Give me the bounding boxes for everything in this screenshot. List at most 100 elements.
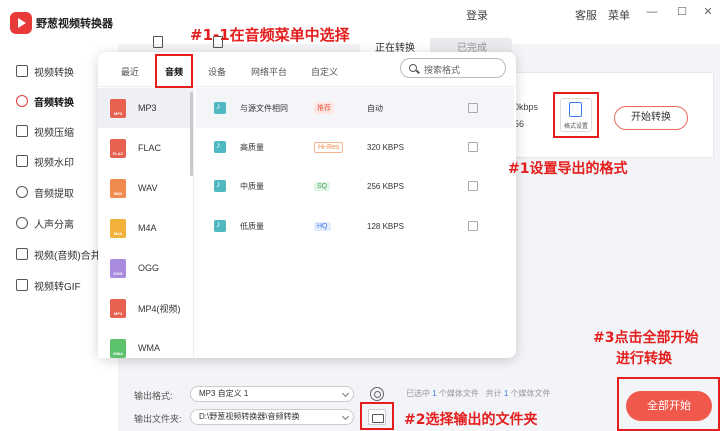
selected-prefix: 已选中 (406, 389, 430, 398)
file-m4a-icon: M4A (110, 218, 126, 238)
sidebar-item-video-gif[interactable]: 视频转GIF (0, 272, 112, 298)
format-item-wav[interactable]: WAV WAV (98, 168, 194, 208)
sidebar-item-label: 人声分离 (34, 219, 74, 231)
gif-icon (16, 279, 28, 291)
compress-icon (16, 125, 28, 137)
output-folder-value: D:\野葱视频转换器\音频转换 (199, 412, 300, 421)
quality-rate: 320 KBPS (367, 142, 404, 152)
edit-icon[interactable] (468, 221, 478, 231)
sidebar-item-label: 视频转换 (34, 67, 74, 79)
sidebar-item-audio-extract[interactable]: 音频提取 (0, 179, 112, 205)
start-convert-button[interactable]: 开始转换 (614, 106, 688, 130)
merge-icon (16, 248, 28, 260)
total-suffix: 个媒体文件 (510, 389, 551, 398)
format-list-scrollbar[interactable] (190, 92, 193, 176)
menu-link[interactable]: 菜单 (608, 7, 630, 23)
annotation-box-folder (360, 402, 394, 430)
file-mp4-icon: MP4 (110, 298, 126, 318)
annotation-box-format-settings (553, 92, 599, 138)
edit-icon[interactable] (468, 181, 478, 191)
format-label: M4A (138, 223, 157, 233)
quality-rate: 自动 (367, 103, 383, 113)
format-label: MP3 (138, 103, 157, 113)
quality-name: 低质量 (240, 221, 264, 231)
sidebar-item-video-convert[interactable]: 视频转换 (0, 58, 112, 84)
output-format-label: 输出格式: (134, 391, 173, 401)
tab-custom[interactable]: 自定义 (311, 65, 338, 78)
sidebar-item-video-compress[interactable]: 视频压缩 (0, 118, 112, 144)
minimize-icon[interactable]: — (644, 4, 660, 20)
gear-icon[interactable] (370, 387, 384, 401)
sidebar-item-vocal-separation[interactable]: 人声分离 (0, 210, 112, 236)
chevron-down-icon (341, 412, 350, 421)
service-link[interactable]: 客服 (575, 7, 597, 23)
annotation-start-all-line1: #3点击全部开始 (593, 330, 699, 346)
output-folder-label: 输出文件夹: (134, 414, 182, 424)
format-item-mp4[interactable]: MP4 MP4(视频) (98, 288, 194, 328)
close-icon[interactable]: ✕ (700, 4, 716, 20)
output-format-select[interactable]: MP3 自定义 1 (190, 386, 354, 402)
format-item-flac[interactable]: FLAC FLAC (98, 128, 194, 168)
sidebar-item-label: 视频压缩 (34, 127, 74, 139)
total-count: 1 (503, 389, 509, 398)
sidebar: 视频转换 音频转换 视频压缩 视频水印 音频提取 人声分离 视频(音频)合并 视… (0, 52, 112, 431)
format-item-mp3[interactable]: MP3 MP3 (98, 88, 194, 128)
file-ogg-icon: OGG (110, 258, 126, 278)
annotation-output-folder: #2选择输出的文件夹 (404, 412, 538, 428)
watermark-icon (16, 155, 28, 167)
file-bitrate: 0kbps (514, 102, 539, 112)
format-label: MP4(视频) (138, 303, 181, 314)
file-flac-icon: FLAC (110, 138, 126, 158)
app-logo-icon (10, 12, 32, 34)
sidebar-item-merge[interactable]: 视频(音频)合并 (0, 241, 112, 267)
format-list: MP3 MP3 FLAC FLAC WAV WAV M4A M4A OGG OGG MP4… (98, 88, 194, 358)
audio-icon (16, 95, 28, 107)
selection-status: 已选中 1 个媒体文件 共计 1 个媒体文件 (406, 388, 551, 399)
quality-row[interactable]: 高质量 Hi-Res 320 KBPS (196, 127, 514, 167)
quality-row[interactable]: 低质量 HQ 128 KBPS (196, 206, 514, 246)
maximize-icon[interactable]: ☐ (674, 4, 690, 20)
chevron-down-icon (341, 389, 350, 398)
sidebar-item-audio-convert[interactable]: 音频转换 (0, 88, 112, 114)
sidebar-item-label: 视频水印 (34, 157, 74, 169)
file-mp3-icon: MP3 (110, 98, 126, 118)
format-label: WMA (138, 343, 160, 353)
extract-icon (16, 186, 28, 198)
sidebar-item-video-watermark[interactable]: 视频水印 (0, 148, 112, 174)
quality-row[interactable]: 与源文件相同 推荐 自动 (196, 88, 514, 128)
sidebar-item-label: 视频(音频)合并 (34, 250, 101, 262)
file-wma-icon: WMA (110, 338, 126, 358)
sidebar-item-label: 视频转GIF (34, 281, 81, 293)
output-format-value: MP3 自定义 1 (199, 389, 249, 398)
search-icon (409, 64, 417, 72)
quality-row[interactable]: 中质量 SQ 256 KBPS (196, 166, 514, 206)
quality-rate: 128 KBPS (367, 221, 404, 231)
annotation-audio-menu: #1-1在音频菜单中选择 (190, 26, 350, 44)
edit-icon[interactable] (468, 103, 478, 113)
output-folder-select[interactable]: D:\野葱视频转换器\音频转换 (190, 409, 354, 425)
tab-device[interactable]: 设备 (208, 65, 226, 78)
quality-name: 高质量 (240, 142, 264, 152)
annotation-format-settings: #1设置导出的格式 (508, 161, 628, 177)
annotation-box-start-all (617, 377, 720, 431)
format-item-wma[interactable]: WMA WMA (98, 328, 194, 368)
tab-recent[interactable]: 最近 (121, 65, 139, 78)
format-label: FLAC (138, 143, 162, 153)
login-link[interactable]: 登录 (466, 7, 488, 23)
selected-suffix: 个媒体文件 (438, 389, 479, 398)
add-file-icon[interactable] (153, 36, 163, 48)
edit-icon[interactable] (468, 142, 478, 152)
total-prefix: 共计 (485, 389, 502, 398)
music-note-icon (214, 101, 226, 114)
file-wav-icon: WAV (110, 178, 126, 198)
quality-name: 与源文件相同 (240, 103, 288, 113)
format-item-ogg[interactable]: OGG OGG (98, 248, 194, 288)
sidebar-item-label: 音频提取 (34, 188, 74, 200)
tab-platform[interactable]: 网络平台 (251, 65, 287, 78)
format-item-m4a[interactable]: M4A M4A (98, 208, 194, 248)
sidebar-item-label: 音频转换 (34, 97, 74, 109)
quality-badge: SQ (314, 181, 331, 191)
music-note-icon (214, 140, 226, 153)
music-note-icon (214, 219, 226, 232)
selected-count: 1 (432, 389, 437, 398)
